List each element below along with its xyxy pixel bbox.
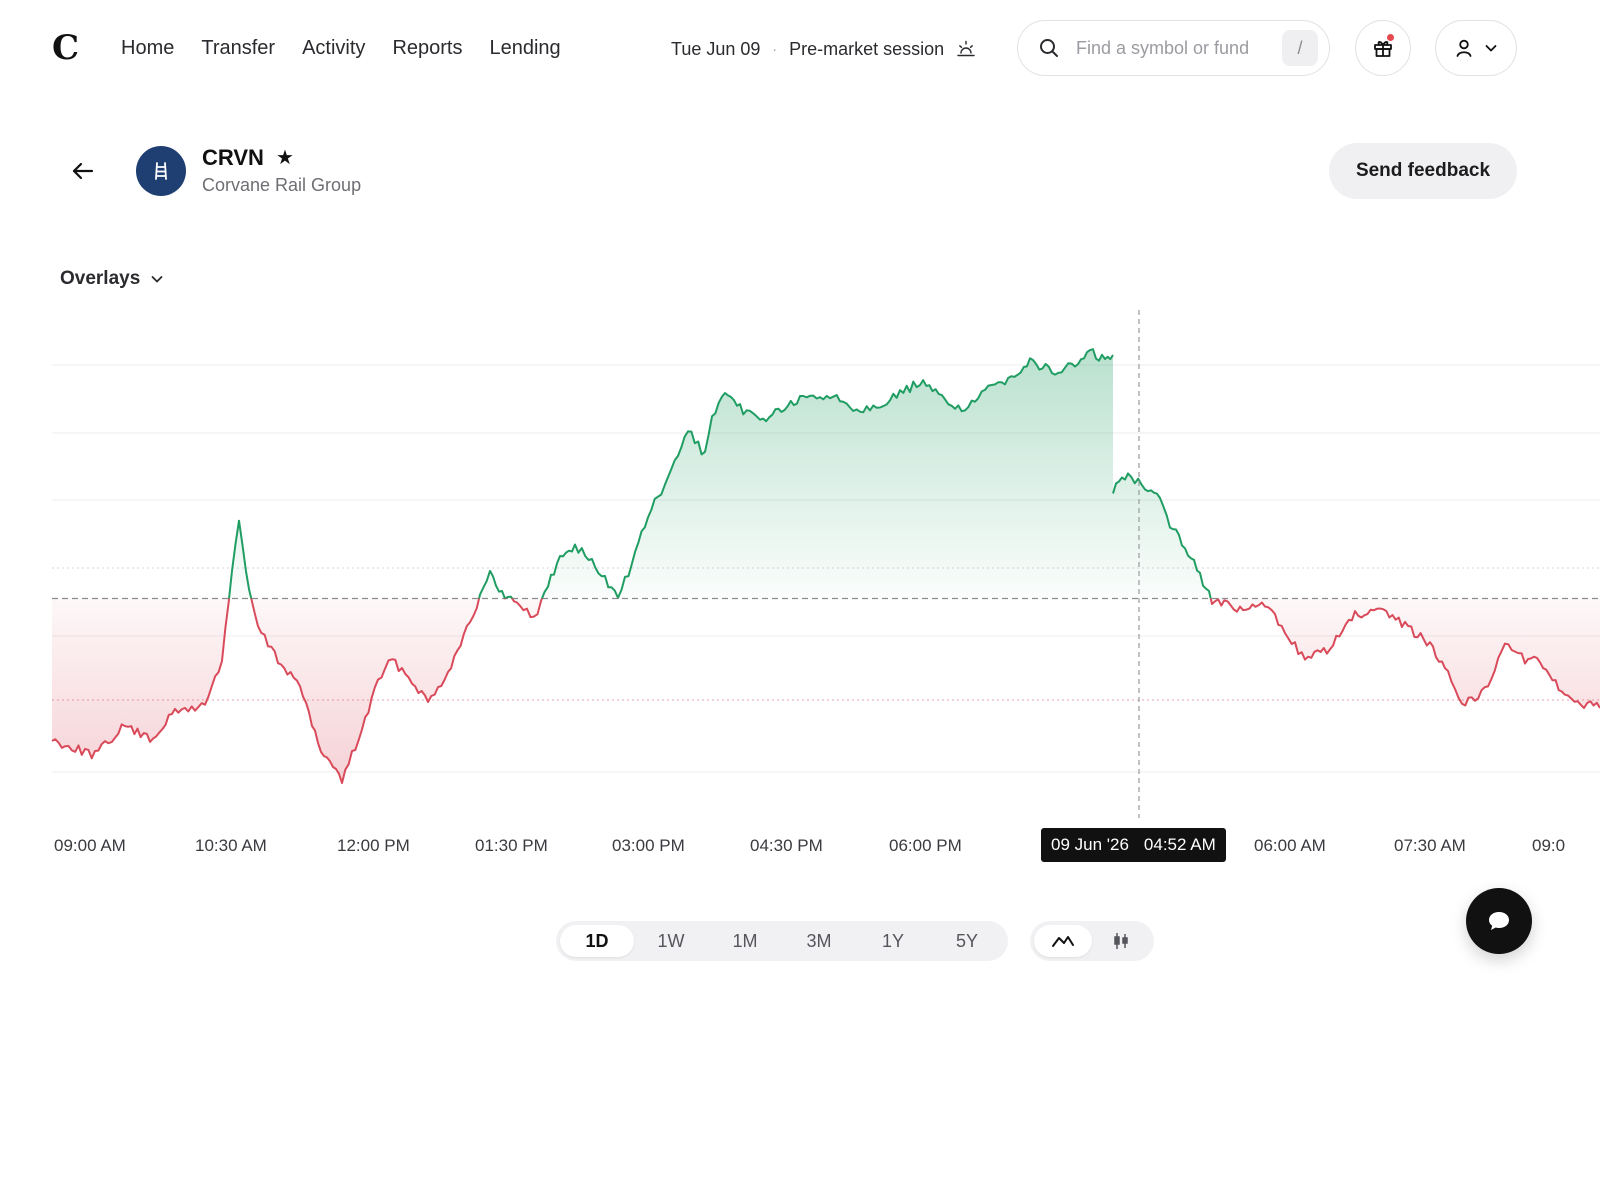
chat-support-button[interactable] — [1466, 888, 1532, 954]
session-label: Pre-market session — [789, 39, 945, 59]
company-name: Corvane Rail Group — [202, 175, 362, 195]
nav-reports[interactable]: Reports — [392, 32, 462, 64]
overlays-dropdown[interactable]: Overlays — [60, 266, 164, 292]
line-chart-icon — [1052, 936, 1074, 947]
x-tick-label: 06:00 AM — [1254, 836, 1326, 855]
ticker-symbol: CRVN — [202, 145, 264, 170]
time-range-selector: 1D 1W 1M 3M 1Y 5Y — [556, 921, 1008, 961]
x-axis-labels: 09:00 AM 10:30 AM 12:00 PM 01:30 PM 03:0… — [0, 834, 1600, 860]
line-chart-button[interactable] — [1034, 925, 1092, 957]
x-tick-label: 12:00 PM — [337, 836, 410, 855]
symbol-search[interactable]: / — [1017, 20, 1330, 76]
chevron-down-icon — [151, 276, 163, 283]
x-tick-label: 03:00 PM — [612, 836, 685, 855]
chevron-down-icon — [1485, 45, 1497, 52]
range-1y-button[interactable]: 1Y — [856, 925, 930, 957]
range-1d-button[interactable]: 1D — [560, 925, 634, 957]
chat-bubble-icon — [1489, 912, 1509, 930]
price-chart[interactable] — [0, 290, 1600, 830]
stock-header: CRVN ★ — [202, 144, 294, 172]
nav-home[interactable]: Home — [121, 32, 174, 64]
nav-activity[interactable]: Activity — [302, 32, 365, 64]
account-menu[interactable] — [1435, 20, 1517, 76]
x-tick-label: 04:30 PM — [750, 836, 823, 855]
search-icon — [1040, 39, 1058, 57]
x-tick-label: 09:0 — [1532, 836, 1566, 855]
sunrise-icon — [957, 40, 975, 57]
range-3m-button[interactable]: 3M — [782, 925, 856, 957]
crosshair-time: 04:52 AM — [1143, 835, 1216, 854]
back-arrow-icon[interactable] — [70, 158, 96, 184]
nav-lending[interactable]: Lending — [489, 32, 560, 64]
range-1m-button[interactable]: 1M — [708, 925, 782, 957]
app-logo[interactable]: C — [52, 26, 79, 70]
x-tick-label: 10:30 AM — [195, 836, 267, 855]
search-input[interactable] — [1074, 36, 1268, 60]
chart-type-toggle — [1030, 921, 1154, 961]
x-tick-label: 06:00 PM — [889, 836, 962, 855]
notification-dot — [1387, 34, 1394, 41]
send-feedback-button[interactable]: Send feedback — [1329, 143, 1517, 199]
search-shortcut-hint: / — [1282, 30, 1318, 66]
price-area-above-baseline — [52, 349, 1600, 599]
favorite-star-icon[interactable]: ★ — [276, 144, 294, 172]
range-5y-button[interactable]: 5Y — [930, 925, 1004, 957]
company-avatar — [136, 146, 186, 196]
candlestick-chart-button[interactable] — [1092, 925, 1150, 957]
candlestick-icon — [1114, 933, 1128, 949]
crosshair-date: 09 Jun '26 — [1051, 835, 1129, 854]
range-1w-button[interactable]: 1W — [634, 925, 708, 957]
user-icon — [1456, 39, 1472, 57]
main-nav: Home Transfer Activity Reports Lending — [121, 32, 561, 64]
crosshair-time-label: 09 Jun '26 04:52 AM — [1041, 828, 1226, 862]
market-session-status: Tue Jun 09 · Pre-market session — [671, 36, 976, 62]
x-tick-label: 01:30 PM — [475, 836, 548, 855]
x-tick-label: 07:30 AM — [1394, 836, 1466, 855]
nav-transfer[interactable]: Transfer — [201, 32, 275, 64]
session-separator: · — [772, 41, 778, 57]
x-tick-label: 09:00 AM — [54, 836, 126, 855]
rewards-button[interactable] — [1355, 20, 1411, 76]
session-date: Tue Jun 09 — [671, 39, 761, 59]
overlays-label: Overlays — [60, 268, 141, 289]
rail-track-icon — [155, 162, 167, 180]
